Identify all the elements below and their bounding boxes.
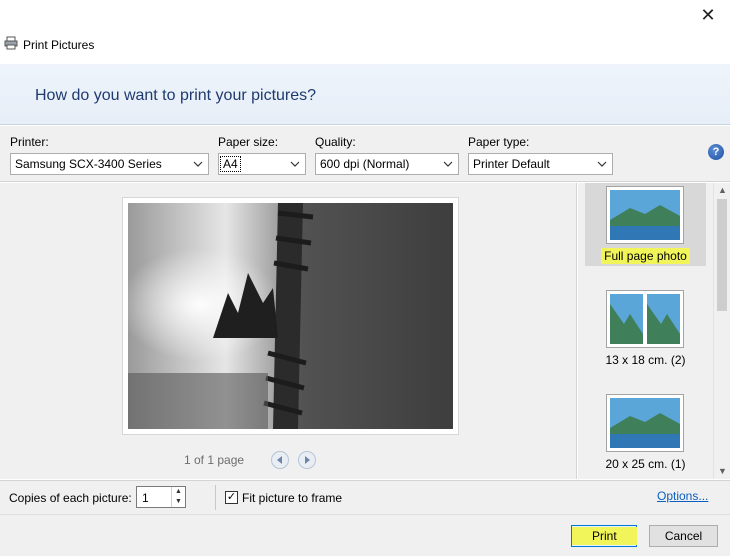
header-banner: How do you want to print your pictures? xyxy=(0,64,730,125)
chevron-down-icon xyxy=(597,161,607,167)
copies-value[interactable]: 1 xyxy=(142,491,149,505)
page-heading: How do you want to print your pictures? xyxy=(35,87,317,104)
scrollbar-thumb[interactable] xyxy=(717,199,727,311)
copies-bar: Copies of each picture: 1 ▲ ▼ ✓ Fit pict… xyxy=(0,480,730,514)
layout-label: 13 x 18 cm. (2) xyxy=(605,353,686,367)
photo-image xyxy=(128,203,453,429)
previous-page-button[interactable] xyxy=(271,451,289,469)
stepper-up-icon[interactable]: ▲ xyxy=(172,487,185,497)
chevron-down-icon xyxy=(290,161,300,167)
layout-label: Full page photo xyxy=(585,248,706,264)
landscape-thumbnail xyxy=(610,398,680,448)
scroll-up-icon[interactable]: ▲ xyxy=(714,183,730,198)
page-preview xyxy=(122,197,459,435)
layout-scrollbar[interactable]: ▲ ▼ xyxy=(713,183,730,479)
copies-label: Copies of each picture: xyxy=(9,491,132,505)
chevron-down-icon xyxy=(193,161,203,167)
chevron-right-icon xyxy=(305,456,310,464)
quality-label: Quality: xyxy=(315,135,356,149)
stepper-buttons: ▲ ▼ xyxy=(171,487,185,507)
quality-select[interactable]: 600 dpi (Normal) xyxy=(315,153,459,175)
paper-size-select[interactable]: A4 xyxy=(218,153,306,175)
paper-type-select[interactable]: Printer Default xyxy=(468,153,613,175)
layout-thumbnail xyxy=(606,394,684,452)
layout-13x18[interactable]: 13 x 18 cm. (2) xyxy=(585,287,706,371)
page-count: 1 of 1 page xyxy=(184,453,245,467)
options-link[interactable]: Options... xyxy=(657,489,708,503)
photo-preview xyxy=(128,203,453,429)
stepper-down-icon[interactable]: ▼ xyxy=(172,497,185,507)
printer-label: Printer: xyxy=(10,135,49,149)
dialog-footer: Print Cancel xyxy=(0,514,730,556)
landscape-thumbnail xyxy=(610,190,680,240)
print-button-label: Print xyxy=(572,527,637,545)
chevron-down-icon xyxy=(443,161,453,167)
title-bar: ✕ Print Pictures xyxy=(0,0,730,64)
paper-size-label: Paper size: xyxy=(218,135,279,149)
cancel-button[interactable]: Cancel xyxy=(649,525,718,547)
printer-select[interactable]: Samsung SCX-3400 Series xyxy=(10,153,209,175)
paper-type-value: Printer Default xyxy=(473,157,550,171)
layout-full-page[interactable]: Full page photo xyxy=(585,183,706,266)
preview-pane: 1 of 1 page xyxy=(0,183,577,479)
printer-value: Samsung SCX-3400 Series xyxy=(15,157,162,171)
copies-stepper[interactable]: 1 ▲ ▼ xyxy=(136,486,186,508)
chevron-left-icon xyxy=(277,456,282,464)
quality-value: 600 dpi (Normal) xyxy=(320,157,410,171)
divider xyxy=(215,485,216,510)
layout-thumbnail xyxy=(606,186,684,244)
window-title: Print Pictures xyxy=(23,38,95,52)
layout-label: 20 x 25 cm. (1) xyxy=(605,457,686,471)
layout-20x25[interactable]: 20 x 25 cm. (1) xyxy=(585,391,706,475)
print-options-bar: Printer: Samsung SCX-3400 Series Paper s… xyxy=(0,126,730,182)
fit-picture-label[interactable]: Fit picture to frame xyxy=(242,491,342,505)
paper-type-label: Paper type: xyxy=(468,135,530,149)
close-icon[interactable]: ✕ xyxy=(696,4,720,26)
layout-list: Full page photo 13 x 18 cm. (2) 20 x 25 … xyxy=(578,183,713,479)
cancel-button-label: Cancel xyxy=(664,529,703,543)
fit-picture-checkbox[interactable]: ✓ xyxy=(225,491,238,504)
help-icon[interactable]: ? xyxy=(708,144,724,160)
next-page-button[interactable] xyxy=(298,451,316,469)
printer-icon xyxy=(4,36,18,50)
layout-thumbnail xyxy=(606,290,684,348)
two-portraits-thumbnail xyxy=(610,294,680,344)
scroll-down-icon[interactable]: ▼ xyxy=(714,464,730,479)
print-button[interactable]: Print xyxy=(571,525,637,547)
paper-size-value: A4 xyxy=(220,156,241,172)
